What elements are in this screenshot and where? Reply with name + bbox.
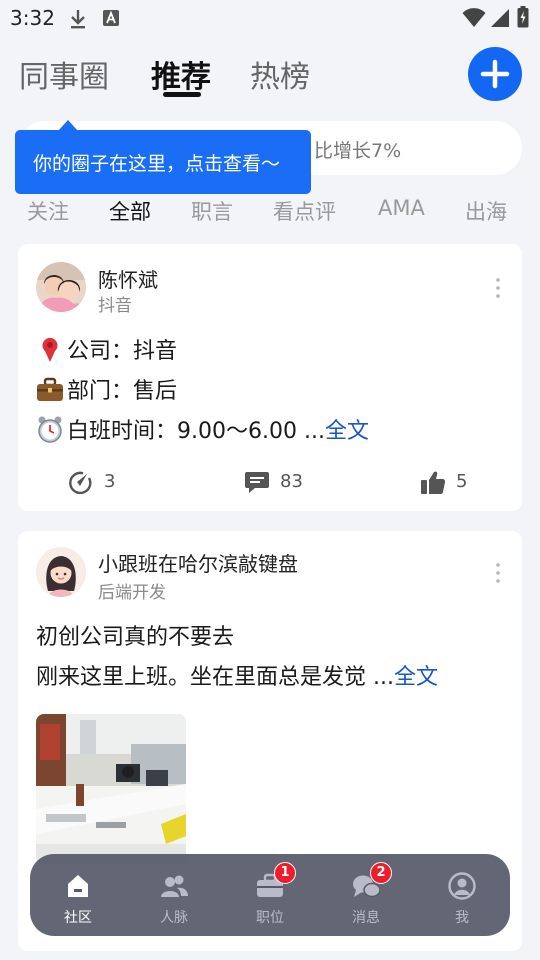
alarm-clock-icon bbox=[38, 416, 62, 443]
category-all[interactable]: 全部 bbox=[109, 196, 151, 226]
post-text: 部门：售后 bbox=[67, 379, 178, 404]
likes-stat[interactable]: 5 bbox=[420, 470, 500, 498]
category-ama[interactable]: AMA bbox=[378, 196, 425, 220]
signal-icon bbox=[491, 9, 509, 27]
post-text: 白班时间：9.00～6.00 ... bbox=[67, 419, 325, 444]
bottom-nav: 社区 人脉 1 职位 2 消息 我 bbox=[30, 854, 510, 936]
add-post-button[interactable] bbox=[468, 47, 522, 101]
author-department: 后端开发 bbox=[98, 583, 166, 603]
post-text: 公司：抖音 bbox=[67, 339, 178, 364]
top-tabs: 同事圈 推荐 热榜 bbox=[0, 48, 540, 108]
nav-label: 人脉 bbox=[160, 910, 188, 926]
post-text-line: 白班时间：9.00～6.00 ...全文 bbox=[36, 413, 369, 445]
nav-me[interactable]: 我 bbox=[424, 854, 500, 936]
views-stat[interactable]: 3 bbox=[68, 470, 148, 498]
post-text-line: 刚来这里上班。坐在里面总是发觉 ...全文 bbox=[36, 659, 438, 691]
nav-community[interactable]: 社区 bbox=[40, 854, 116, 936]
nav-messages[interactable]: 2 消息 bbox=[328, 854, 404, 936]
nav-label: 职位 bbox=[256, 910, 284, 926]
views-count: 3 bbox=[104, 471, 116, 492]
circle-tooltip[interactable]: 你的圈子在这里，点击查看～ bbox=[15, 130, 311, 194]
active-tab-indicator bbox=[163, 92, 201, 97]
read-more-link[interactable]: 全文 bbox=[325, 419, 369, 444]
status-time: 3:32 bbox=[10, 6, 55, 30]
tab-recommended[interactable]: 推荐 bbox=[151, 52, 211, 96]
post-text-line: 公司：抖音 bbox=[36, 333, 177, 365]
post-card[interactable]: 陈怀斌 抖音 公司：抖音 部门：售后 白班时间：9.00～6.00 ...全文 bbox=[18, 244, 522, 511]
font-a-icon bbox=[103, 10, 119, 26]
category-follow[interactable]: 关注 bbox=[27, 196, 69, 226]
read-more-link[interactable]: 全文 bbox=[394, 665, 438, 690]
post-text-line: 初创公司真的不要去 bbox=[36, 619, 234, 651]
messages-badge: 2 bbox=[370, 862, 392, 884]
comments-count: 83 bbox=[280, 471, 303, 492]
category-workplace-talk[interactable]: 职言 bbox=[191, 196, 233, 226]
wifi-icon bbox=[462, 8, 486, 27]
more-options-icon[interactable] bbox=[490, 276, 506, 300]
post-text: 刚来这里上班。坐在里面总是发觉 ... bbox=[36, 665, 394, 690]
profile-icon bbox=[448, 872, 476, 900]
download-icon bbox=[71, 10, 85, 29]
search-hot-text: 比增长7% bbox=[314, 140, 402, 162]
post-text: 初创公司真的不要去 bbox=[36, 625, 235, 650]
plus-icon bbox=[480, 59, 510, 89]
status-bar: 3:32 bbox=[0, 0, 540, 36]
briefcase-icon bbox=[37, 377, 63, 401]
category-reviews[interactable]: 看点评 bbox=[273, 196, 336, 226]
pin-icon bbox=[42, 337, 58, 362]
jobs-badge: 1 bbox=[274, 862, 296, 884]
home-icon bbox=[68, 875, 88, 897]
battery-charging-icon bbox=[517, 6, 529, 28]
comments-stat[interactable]: 83 bbox=[244, 470, 334, 498]
tab-colleagues[interactable]: 同事圈 bbox=[19, 52, 109, 96]
nav-label: 社区 bbox=[64, 910, 92, 926]
likes-count: 5 bbox=[456, 471, 468, 492]
tab-hot-list[interactable]: 热榜 bbox=[250, 52, 310, 96]
tooltip-text: 你的圈子在这里，点击查看～ bbox=[33, 153, 281, 175]
comment-icon bbox=[245, 472, 269, 493]
compass-icon bbox=[69, 471, 92, 495]
author-name[interactable]: 小跟班在哈尔滨敲键盘 bbox=[98, 548, 298, 577]
avatar[interactable] bbox=[36, 262, 86, 312]
thumbs-up-icon bbox=[421, 471, 446, 495]
nav-contacts[interactable]: 人脉 bbox=[136, 854, 212, 936]
more-options-icon[interactable] bbox=[490, 561, 506, 585]
category-tabs: 关注 全部 职言 看点评 AMA 出海 bbox=[0, 192, 540, 228]
post-photo[interactable] bbox=[36, 714, 186, 864]
author-name[interactable]: 陈怀斌 bbox=[98, 264, 158, 293]
nav-label: 我 bbox=[455, 910, 469, 926]
nav-label: 消息 bbox=[352, 910, 380, 926]
post-text-line: 部门：售后 bbox=[36, 373, 177, 405]
nav-jobs[interactable]: 1 职位 bbox=[232, 854, 308, 936]
author-department: 抖音 bbox=[98, 296, 132, 316]
category-overseas[interactable]: 出海 bbox=[465, 196, 507, 226]
contacts-icon bbox=[161, 875, 188, 897]
avatar[interactable] bbox=[36, 547, 86, 597]
